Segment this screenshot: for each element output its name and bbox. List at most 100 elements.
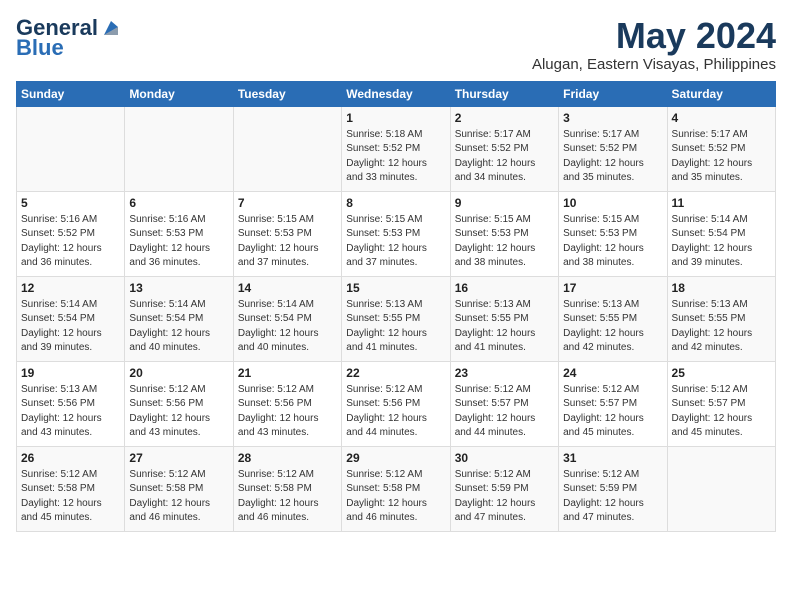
day-info: Sunrise: 5:12 AM Sunset: 5:57 PM Dayligh… <box>455 383 554 441</box>
day-number: 22 <box>346 366 445 380</box>
day-number: 5 <box>21 196 120 210</box>
calendar-cell: 5 Sunrise: 5:16 AM Sunset: 5:52 PM Daylig… <box>17 191 125 276</box>
header-friday: Friday <box>559 81 667 106</box>
day-info: Sunrise: 5:13 AM Sunset: 5:55 PM Dayligh… <box>455 298 554 356</box>
calendar-cell: 24 Sunrise: 5:12 AM Sunset: 5:57 PM Dayli… <box>559 361 667 446</box>
header-row: SundayMondayTuesdayWednesdayThursdayFrid… <box>17 81 776 106</box>
day-number: 11 <box>672 196 771 210</box>
calendar-cell <box>667 446 775 531</box>
day-number: 4 <box>672 111 771 125</box>
day-number: 30 <box>455 451 554 465</box>
day-info: Sunrise: 5:15 AM Sunset: 5:53 PM Dayligh… <box>455 213 554 271</box>
week-row-0: 1Sunrise: 5:18 AM Sunset: 5:52 PM Daylig… <box>17 106 776 191</box>
calendar-cell: 2Sunrise: 5:17 AM Sunset: 5:52 PM Daylig… <box>450 106 558 191</box>
day-info: Sunrise: 5:12 AM Sunset: 5:58 PM Dayligh… <box>346 468 445 526</box>
logo-blue: Blue <box>16 36 64 60</box>
day-info: Sunrise: 5:12 AM Sunset: 5:57 PM Dayligh… <box>672 383 771 441</box>
day-info: Sunrise: 5:13 AM Sunset: 5:56 PM Dayligh… <box>21 383 120 441</box>
day-number: 25 <box>672 366 771 380</box>
day-number: 9 <box>455 196 554 210</box>
calendar-cell: 3 Sunrise: 5:17 AM Sunset: 5:52 PM Daylig… <box>559 106 667 191</box>
calendar-cell: 26 Sunrise: 5:12 AM Sunset: 5:58 PM Dayli… <box>17 446 125 531</box>
week-row-4: 26 Sunrise: 5:12 AM Sunset: 5:58 PM Dayli… <box>17 446 776 531</box>
day-info: Sunrise: 5:17 AM Sunset: 5:52 PM Dayligh… <box>563 128 662 186</box>
header-tuesday: Tuesday <box>233 81 341 106</box>
day-info: Sunrise: 5:14 AM Sunset: 5:54 PM Dayligh… <box>672 213 771 271</box>
day-number: 24 <box>563 366 662 380</box>
day-info: Sunrise: 5:12 AM Sunset: 5:59 PM Dayligh… <box>563 468 662 526</box>
day-number: 10 <box>563 196 662 210</box>
calendar-cell: 25 Sunrise: 5:12 AM Sunset: 5:57 PM Dayli… <box>667 361 775 446</box>
calendar-cell: 9 Sunrise: 5:15 AM Sunset: 5:53 PM Daylig… <box>450 191 558 276</box>
day-number: 29 <box>346 451 445 465</box>
calendar-cell: 7Sunrise: 5:15 AM Sunset: 5:53 PM Daylig… <box>233 191 341 276</box>
day-number: 12 <box>21 281 120 295</box>
day-info: Sunrise: 5:15 AM Sunset: 5:53 PM Dayligh… <box>563 213 662 271</box>
day-number: 21 <box>238 366 337 380</box>
location-title: Alugan, Eastern Visayas, Philippines <box>532 56 776 73</box>
day-number: 19 <box>21 366 120 380</box>
day-number: 27 <box>129 451 228 465</box>
calendar-cell: 18Sunrise: 5:13 AM Sunset: 5:55 PM Dayli… <box>667 276 775 361</box>
calendar-cell: 31 Sunrise: 5:12 AM Sunset: 5:59 PM Dayli… <box>559 446 667 531</box>
header-saturday: Saturday <box>667 81 775 106</box>
day-info: Sunrise: 5:12 AM Sunset: 5:57 PM Dayligh… <box>563 383 662 441</box>
header-wednesday: Wednesday <box>342 81 450 106</box>
day-info: Sunrise: 5:17 AM Sunset: 5:52 PM Dayligh… <box>672 128 771 186</box>
day-number: 28 <box>238 451 337 465</box>
day-info: Sunrise: 5:13 AM Sunset: 5:55 PM Dayligh… <box>563 298 662 356</box>
day-info: Sunrise: 5:13 AM Sunset: 5:55 PM Dayligh… <box>346 298 445 356</box>
calendar-cell: 17 Sunrise: 5:13 AM Sunset: 5:55 PM Dayli… <box>559 276 667 361</box>
header-monday: Monday <box>125 81 233 106</box>
month-title: May 2024 <box>532 16 776 56</box>
day-number: 13 <box>129 281 228 295</box>
calendar-cell <box>125 106 233 191</box>
calendar-cell: 14Sunrise: 5:14 AM Sunset: 5:54 PM Dayli… <box>233 276 341 361</box>
logo: General Blue <box>16 16 122 60</box>
day-number: 31 <box>563 451 662 465</box>
calendar-cell: 11 Sunrise: 5:14 AM Sunset: 5:54 PM Dayli… <box>667 191 775 276</box>
calendar-cell: 13 Sunrise: 5:14 AM Sunset: 5:54 PM Dayli… <box>125 276 233 361</box>
header-thursday: Thursday <box>450 81 558 106</box>
calendar-cell: 28Sunrise: 5:12 AM Sunset: 5:58 PM Dayli… <box>233 446 341 531</box>
calendar-cell: 15 Sunrise: 5:13 AM Sunset: 5:55 PM Dayli… <box>342 276 450 361</box>
calendar-cell: 16 Sunrise: 5:13 AM Sunset: 5:55 PM Dayli… <box>450 276 558 361</box>
day-number: 3 <box>563 111 662 125</box>
week-row-2: 12 Sunrise: 5:14 AM Sunset: 5:54 PM Dayli… <box>17 276 776 361</box>
calendar-cell: 29 Sunrise: 5:12 AM Sunset: 5:58 PM Dayli… <box>342 446 450 531</box>
calendar-cell: 12 Sunrise: 5:14 AM Sunset: 5:54 PM Dayli… <box>17 276 125 361</box>
calendar-cell: 23 Sunrise: 5:12 AM Sunset: 5:57 PM Dayli… <box>450 361 558 446</box>
header-sunday: Sunday <box>17 81 125 106</box>
week-row-3: 19 Sunrise: 5:13 AM Sunset: 5:56 PM Dayli… <box>17 361 776 446</box>
day-number: 17 <box>563 281 662 295</box>
day-info: Sunrise: 5:16 AM Sunset: 5:52 PM Dayligh… <box>21 213 120 271</box>
day-number: 1 <box>346 111 445 125</box>
day-number: 6 <box>129 196 228 210</box>
calendar-cell: 4 Sunrise: 5:17 AM Sunset: 5:52 PM Daylig… <box>667 106 775 191</box>
calendar-cell: 20Sunrise: 5:12 AM Sunset: 5:56 PM Dayli… <box>125 361 233 446</box>
day-number: 20 <box>129 366 228 380</box>
day-number: 14 <box>238 281 337 295</box>
day-number: 23 <box>455 366 554 380</box>
calendar-cell <box>233 106 341 191</box>
calendar-table: SundayMondayTuesdayWednesdayThursdayFrid… <box>16 81 776 532</box>
day-number: 7 <box>238 196 337 210</box>
day-number: 15 <box>346 281 445 295</box>
calendar-cell: 19 Sunrise: 5:13 AM Sunset: 5:56 PM Dayli… <box>17 361 125 446</box>
title-block: May 2024 Alugan, Eastern Visayas, Philip… <box>532 16 776 73</box>
day-info: Sunrise: 5:12 AM Sunset: 5:59 PM Dayligh… <box>455 468 554 526</box>
day-info: Sunrise: 5:16 AM Sunset: 5:53 PM Dayligh… <box>129 213 228 271</box>
day-info: Sunrise: 5:12 AM Sunset: 5:58 PM Dayligh… <box>129 468 228 526</box>
day-info: Sunrise: 5:14 AM Sunset: 5:54 PM Dayligh… <box>129 298 228 356</box>
day-info: Sunrise: 5:12 AM Sunset: 5:58 PM Dayligh… <box>21 468 120 526</box>
calendar-cell: 21 Sunrise: 5:12 AM Sunset: 5:56 PM Dayli… <box>233 361 341 446</box>
calendar-cell: 6 Sunrise: 5:16 AM Sunset: 5:53 PM Daylig… <box>125 191 233 276</box>
page-header: General Blue May 2024 Alugan, Eastern Vi… <box>16 16 776 73</box>
day-number: 16 <box>455 281 554 295</box>
day-info: Sunrise: 5:12 AM Sunset: 5:56 PM Dayligh… <box>238 383 337 441</box>
calendar-cell <box>17 106 125 191</box>
day-info: Sunrise: 5:15 AM Sunset: 5:53 PM Dayligh… <box>346 213 445 271</box>
logo-icon <box>100 17 122 39</box>
day-info: Sunrise: 5:14 AM Sunset: 5:54 PM Dayligh… <box>21 298 120 356</box>
day-number: 26 <box>21 451 120 465</box>
